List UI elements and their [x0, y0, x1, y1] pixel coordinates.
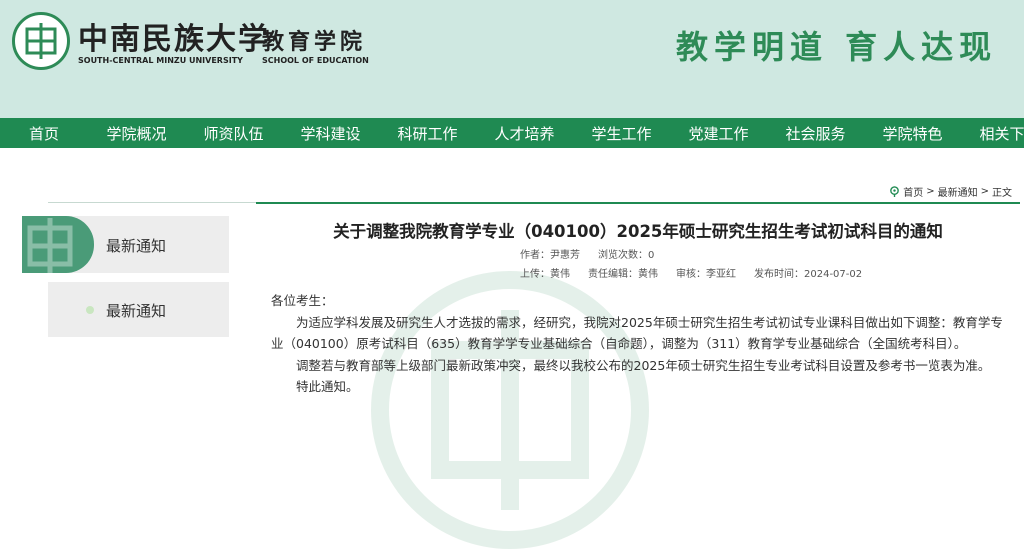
breadcrumb-section[interactable]: 最新通知: [938, 184, 978, 199]
nav-talent[interactable]: 人才培养: [476, 123, 573, 144]
site-header: 中南民族大学 SOUTH-CENTRAL MINZU UNIVERSITY 教育…: [0, 0, 1024, 118]
article-paragraph: 调整若与教育部等上级部门最新政策冲突，最终以我校公布的2025年硕士研究生招生专…: [296, 357, 991, 373]
bullet-dot-icon: [86, 306, 94, 314]
content-divider: [256, 202, 1020, 204]
university-name-cn: 中南民族大学: [78, 22, 270, 57]
main-nav: 首页 学院概况 师资队伍 学科建设 科研工作 人才培养 学生工作 党建工作 社会…: [0, 118, 1024, 148]
logo-emblem-icon: [25, 23, 57, 59]
nav-service[interactable]: 社会服务: [767, 123, 864, 144]
article-greeting: 各位考生：: [271, 293, 334, 308]
school-motto: 教学明道 育人达现: [676, 28, 998, 66]
article-uploader: 上传：黄伟: [520, 269, 570, 280]
breadcrumb-separator: >: [980, 186, 989, 197]
location-pin-icon: [890, 186, 900, 197]
article-date: 发布时间：2024-07-02: [754, 269, 863, 280]
article-reviewer: 审核：李亚红: [676, 269, 736, 280]
article-views: 浏览次数：0: [598, 250, 655, 261]
university-name-en: SOUTH-CENTRAL MINZU UNIVERSITY: [78, 56, 243, 65]
nav-discipline[interactable]: 学科建设: [282, 123, 379, 144]
nav-downloads[interactable]: 相关下载: [961, 123, 1024, 144]
breadcrumb-home[interactable]: 首页: [903, 184, 923, 199]
nav-faculty[interactable]: 师资队伍: [185, 123, 282, 144]
nav-research[interactable]: 科研工作: [379, 123, 476, 144]
nav-overview[interactable]: 学院概况: [88, 123, 185, 144]
article-meta-row-2: 上传：黄伟 责任编辑：黄伟 审核：李亚红 发布时间：2024-07-02: [520, 265, 862, 280]
article-meta-row-1: 作者：尹惠芳 浏览次数：0: [520, 246, 654, 261]
nav-features[interactable]: 学院特色: [864, 123, 961, 144]
sidebar-item-latest-notice[interactable]: 最新通知: [48, 282, 229, 337]
nav-student-work[interactable]: 学生工作: [573, 123, 670, 144]
article-title: 关于调整我院教育学专业（040100）2025年硕士研究生招生考试初试科目的通知: [333, 222, 943, 241]
sidebar-header[interactable]: 最新通知: [22, 216, 229, 273]
breadcrumb-current: 正文: [992, 188, 1012, 199]
article-closing: 特此通知。: [296, 379, 359, 394]
school-name-cn: 教育学院: [262, 29, 367, 55]
sidebar-divider: [48, 202, 256, 203]
university-logo-icon[interactable]: [12, 12, 70, 70]
article-author: 作者：尹惠芳: [520, 250, 580, 261]
article-body: 各位考生： 为适应学科发展及研究生人才选拔的需求，经研究，我院对2025年硕士研…: [271, 290, 1007, 398]
sidebar-header-label: 最新通知: [106, 237, 167, 255]
sidebar-item-label: 最新通知: [106, 302, 167, 320]
school-name-en: SCHOOL OF EDUCATION: [262, 56, 369, 65]
breadcrumb: 首页 > 最新通知 > 正文: [889, 184, 1012, 199]
article-paragraph: 为适应学科发展及研究生人才选拔的需求，经研究，我院对2025年硕士研究生招生考试…: [271, 314, 1003, 352]
nav-home[interactable]: 首页: [0, 123, 88, 144]
sidebar-header-tab: [22, 216, 94, 273]
sidebar-emblem-icon: [27, 218, 73, 273]
article-editor: 责任编辑：黄伟: [588, 269, 658, 280]
breadcrumb-separator: >: [926, 186, 935, 197]
nav-party[interactable]: 党建工作: [670, 123, 767, 144]
